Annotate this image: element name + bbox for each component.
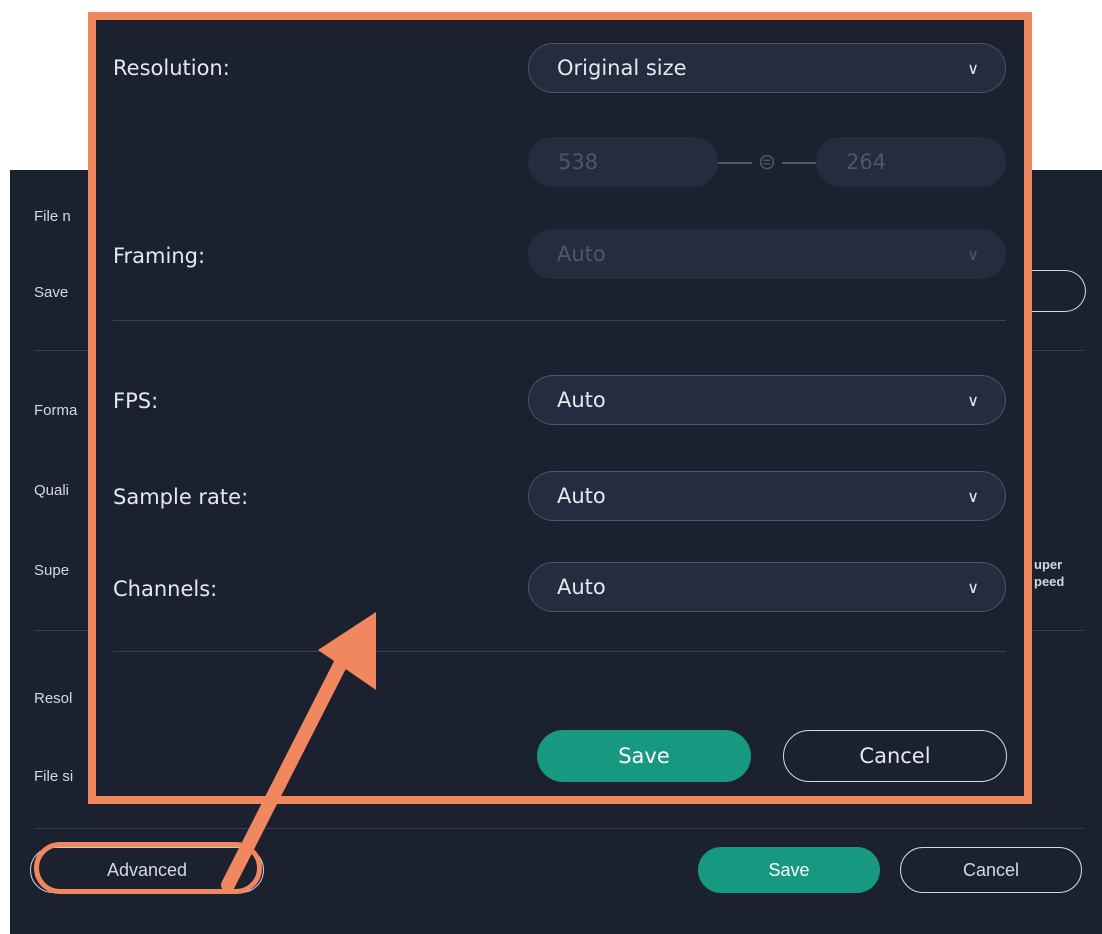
fps-value: Auto (557, 388, 606, 412)
resolution-label: Resolution: (113, 56, 230, 80)
divider (113, 651, 1006, 652)
chevron-down-icon: ∨ (967, 486, 979, 506)
framing-label: Framing: (113, 244, 206, 268)
chevron-down-icon: ∨ (967, 390, 979, 410)
width-input[interactable]: 538 (528, 137, 718, 187)
resolution-label: Resol (34, 690, 73, 707)
advanced-settings-popup: Resolution: Original size ∨ 538 ⊜ 264 Fr… (88, 12, 1032, 804)
sample-rate-value: Auto (557, 484, 606, 508)
export-cancel-button[interactable]: Cancel (900, 847, 1082, 893)
super-speed-label: Supe (34, 562, 70, 579)
framing-dropdown[interactable]: Auto ∨ (528, 229, 1006, 279)
super-speed-line-1: uper (1034, 557, 1063, 572)
format-label: Forma (34, 402, 78, 419)
chevron-down-icon: ∨ (967, 577, 979, 597)
super-speed-line-2: peed (1034, 574, 1065, 589)
resolution-value: Original size (557, 56, 687, 80)
save-to-label: Save (34, 284, 69, 301)
file-size-label: File si (34, 768, 74, 785)
divider (113, 320, 1006, 321)
save-button[interactable]: Save (537, 730, 751, 782)
resolution-dropdown[interactable]: Original size ∨ (528, 43, 1006, 93)
link-line-right (782, 162, 816, 164)
super-speed-toggle-label: uper peed (1034, 556, 1064, 590)
fps-dropdown[interactable]: Auto ∨ (528, 375, 1006, 425)
file-name-label: File n (34, 208, 71, 225)
sample-rate-label: Sample rate: (113, 485, 249, 509)
channels-label: Channels: (113, 577, 218, 601)
height-input[interactable]: 264 (816, 137, 1006, 187)
chevron-down-icon: ∨ (967, 244, 979, 264)
channels-value: Auto (557, 575, 606, 599)
link-line-left (718, 162, 752, 164)
chevron-down-icon: ∨ (967, 58, 979, 78)
sample-rate-dropdown[interactable]: Auto ∨ (528, 471, 1006, 521)
quality-label: Quali (34, 482, 70, 499)
export-save-button[interactable]: Save (698, 847, 880, 893)
advanced-highlight-outline (34, 842, 262, 894)
channels-dropdown[interactable]: Auto ∨ (528, 562, 1006, 612)
fps-label: FPS: (113, 389, 159, 413)
cancel-button[interactable]: Cancel (783, 730, 1007, 782)
divider (34, 828, 1084, 829)
link-icon[interactable]: ⊜ (752, 151, 782, 175)
framing-value: Auto (557, 242, 606, 266)
